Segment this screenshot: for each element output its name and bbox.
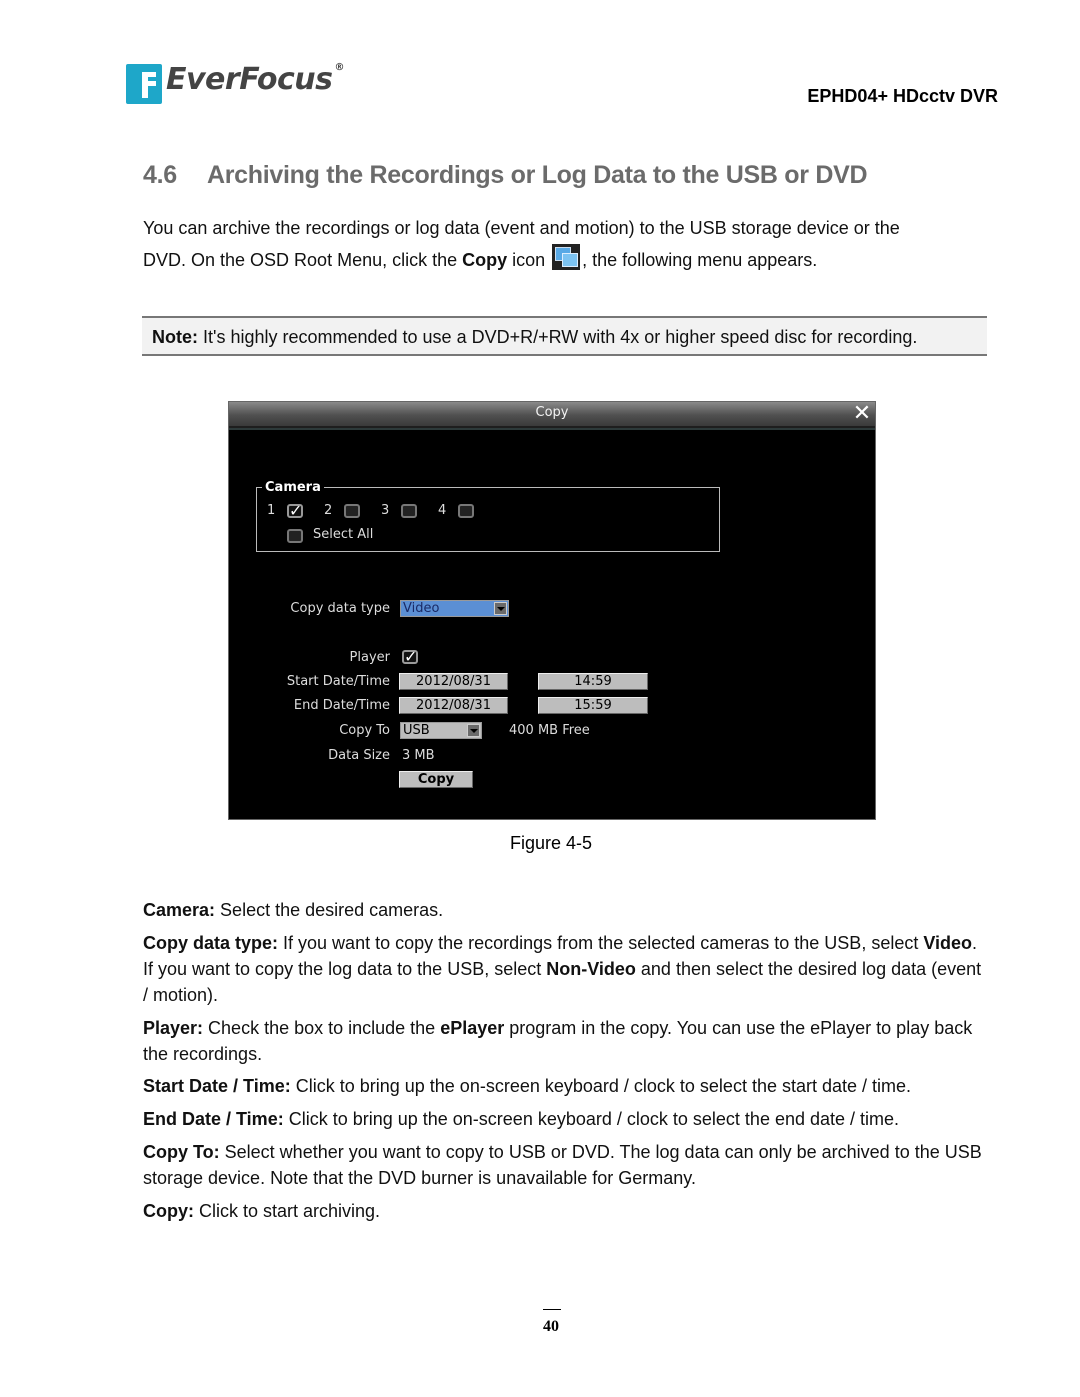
title-divider <box>229 428 875 430</box>
dialog-title: Copy <box>535 405 569 420</box>
select-all-label: Select All <box>313 527 374 542</box>
section-heading: 4.6 Archiving the Recordings or Log Data … <box>143 161 868 190</box>
product-model: EPHD04+ HDcctv DVR <box>807 86 998 106</box>
camera-4-label: 4 <box>438 503 447 518</box>
copy-to-dropdown[interactable]: USB <box>400 722 482 739</box>
copy-data-type-value: Video <box>403 601 440 616</box>
intro-line-1: You can archive the recordings or log da… <box>143 218 900 238</box>
end-time-field[interactable]: 15:59 <box>538 697 648 714</box>
intro-line-2: DVD. On the OSD Root Menu, click the Cop… <box>143 244 983 276</box>
description-start-date-time: Start Date / Time: Click to bring up the… <box>143 1076 912 1096</box>
description-copy-to: Copy To: Select whether you want to copy… <box>143 1142 982 1188</box>
select-all-checkbox[interactable] <box>287 529 303 543</box>
description-player: Player: Check the box to include the ePl… <box>143 1018 973 1064</box>
chevron-down-icon[interactable] <box>467 724 480 737</box>
description-copy: Copy: Click to start archiving. <box>143 1201 381 1221</box>
section-title: Archiving the Recordings or Log Data to … <box>207 161 868 189</box>
note-box: Note: It's highly recommended to use a D… <box>142 316 987 356</box>
close-icon[interactable]: ✕ <box>851 402 873 426</box>
note-label: Note: <box>152 327 198 347</box>
description-end-date-time: End Date / Time: Click to bring up the o… <box>143 1109 900 1129</box>
note-text: It's highly recommended to use a DVD+R/+… <box>198 327 918 347</box>
dialog-title-bar: Copy <box>229 402 875 428</box>
data-size-value: 3 MB <box>402 748 435 763</box>
copy-to-value: USB <box>403 723 430 738</box>
figure-caption: Figure 4-5 <box>509 833 593 853</box>
start-time-field[interactable]: 14:59 <box>538 673 648 690</box>
section-number: 4.6 <box>143 161 177 189</box>
copy-icon <box>552 244 581 270</box>
camera-2-label: 2 <box>324 503 333 518</box>
intro-paragraph: You can archive the recordings or log da… <box>143 212 983 276</box>
camera-3-checkbox[interactable] <box>401 504 417 518</box>
camera-legend: Camera <box>262 480 324 495</box>
copy-to-label: Copy To <box>339 723 390 738</box>
copy-term: Copy <box>462 250 508 270</box>
end-datetime-label: End Date/Time <box>293 698 390 713</box>
player-checkbox[interactable] <box>402 647 418 666</box>
everfocus-logo: EverFocus ® <box>126 62 346 106</box>
copy-data-type-label: Copy data type <box>290 601 390 616</box>
page-number: 40 <box>543 1318 559 1335</box>
registered-mark: ® <box>334 62 344 73</box>
free-space-text: 400 MB Free <box>509 723 590 738</box>
chevron-down-icon[interactable] <box>494 602 507 615</box>
start-date-field[interactable]: 2012/08/31 <box>399 673 508 690</box>
description-camera: Camera: Select the desired cameras. <box>143 900 444 920</box>
data-size-label: Data Size <box>328 748 390 763</box>
start-datetime-label: Start Date/Time <box>286 674 390 689</box>
copy-data-type-dropdown[interactable]: Video <box>400 600 509 617</box>
copy-button[interactable]: Copy <box>399 771 473 788</box>
description-copy-data-type: Copy data type: If you want to copy the … <box>143 933 982 1005</box>
camera-1-label: 1 <box>267 503 276 518</box>
end-date-field[interactable]: 2012/08/31 <box>399 697 508 714</box>
camera-2-checkbox[interactable] <box>344 504 360 518</box>
camera-3-label: 3 <box>381 503 390 518</box>
camera-4-checkbox[interactable] <box>458 504 474 518</box>
camera-1-checkbox[interactable] <box>287 501 303 520</box>
player-label: Player <box>349 650 390 665</box>
page-number-rule <box>543 1309 561 1310</box>
copy-dialog: Copy ✕ Camera 1 2 3 4 Select All Copy da… <box>228 401 876 820</box>
everfocus-logo-icon <box>126 64 162 104</box>
camera-group: Camera 1 2 3 4 Select All <box>256 480 720 552</box>
logo-text: EverFocus <box>166 62 333 97</box>
